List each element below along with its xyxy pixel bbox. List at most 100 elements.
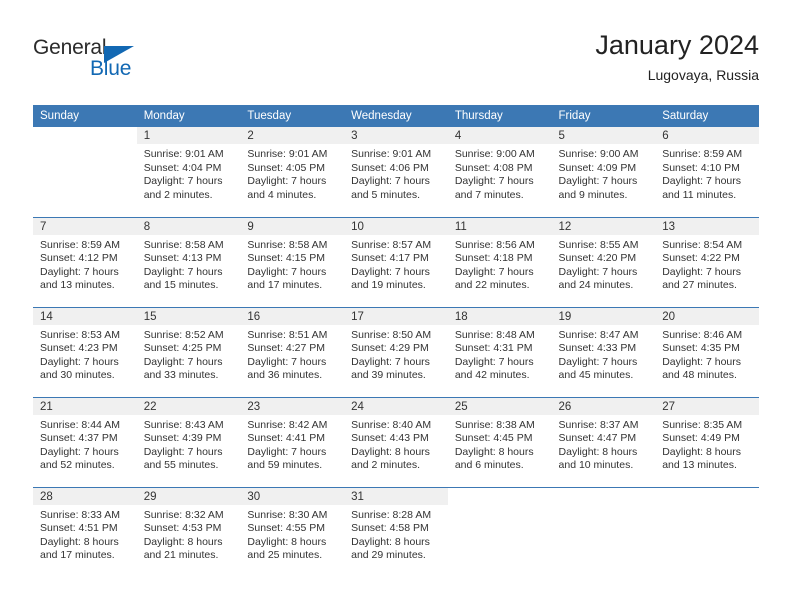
day-detail-line: Daylight: 7 hours (454, 175, 534, 188)
day-details: Sunrise: 8:53 AM Sunset: 4:23 PM Daylight:… (33, 325, 137, 383)
day-details: Sunrise: 8:55 AM Sunset: 4:20 PM Daylight:… (552, 235, 656, 293)
day-number: 26 (551, 397, 656, 415)
day-details: Sunrise: 8:30 AM Sunset: 4:55 PM Daylight:… (240, 505, 344, 563)
day-detail-line: and 2 minutes. (351, 459, 420, 472)
calendar-day-cell[interactable]: 15 Sunrise: 8:52 AM Sunset: 4:25 PM Dayligh… (136, 306, 241, 397)
day-number: 29 (136, 487, 241, 505)
day-detail-line: Daylight: 8 hours (558, 445, 638, 458)
day-cell-inner: 25 Sunrise: 8:38 AM Sunset: 4:45 PM Dayligh… (447, 397, 552, 487)
calendar-day-cell[interactable]: 3 Sunrise: 9:01 AM Sunset: 4:06 PM Daylight… (344, 127, 448, 217)
day-detail-line: Daylight: 7 hours (351, 265, 430, 278)
day-number: 20 (655, 307, 759, 325)
day-detail-line: Sunrise: 8:30 AM (247, 508, 328, 521)
calendar-day-cell[interactable]: 23 Sunrise: 8:42 AM Sunset: 4:41 PM Dayligh… (240, 396, 345, 487)
day-details: Sunrise: 8:57 AM Sunset: 4:17 PM Daylight:… (344, 235, 448, 293)
day-number: 15 (136, 307, 241, 325)
day-details: Sunrise: 8:32 AM Sunset: 4:53 PM Daylight:… (137, 505, 241, 563)
day-cell-inner: 13 Sunrise: 8:54 AM Sunset: 4:22 PM Dayligh… (655, 217, 759, 307)
calendar-day-cell[interactable]: 16 Sunrise: 8:51 AM Sunset: 4:27 PM Dayligh… (240, 306, 345, 397)
day-detail-line: Sunrise: 8:52 AM (143, 328, 224, 341)
calendar-week-row: 21 Sunrise: 8:44 AM Sunset: 4:37 PM Dayligh… (33, 396, 759, 487)
day-details (655, 505, 759, 509)
weekday-header-row: Sunday Monday Tuesday Wednesday Thursday Frid… (33, 105, 759, 127)
day-detail-line: Sunset: 4:20 PM (558, 252, 637, 265)
calendar-day-cell[interactable]: 7 Sunrise: 8:59 AM Sunset: 4:12 PM Daylight… (33, 216, 137, 307)
calendar-day-cell[interactable]: 10 Sunrise: 8:57 AM Sunset: 4:17 PM Dayligh… (344, 216, 448, 307)
day-number: 7 (33, 217, 137, 235)
weekday-header-thursday: Thursday (447, 105, 552, 127)
day-details: Sunrise: 9:01 AM Sunset: 4:04 PM Daylight:… (137, 144, 241, 202)
day-detail-line: Daylight: 7 hours (247, 265, 327, 278)
day-cell-inner (33, 127, 137, 217)
calendar-day-cell[interactable]: 26 Sunrise: 8:37 AM Sunset: 4:47 PM Dayligh… (551, 396, 656, 487)
day-detail-line: Daylight: 8 hours (143, 535, 223, 548)
calendar-day-cell[interactable]: 27 Sunrise: 8:35 AM Sunset: 4:49 PM Dayligh… (655, 396, 759, 487)
calendar-day-cell[interactable]: 28 Sunrise: 8:33 AM Sunset: 4:51 PM Dayligh… (33, 486, 137, 577)
day-details: Sunrise: 8:38 AM Sunset: 4:45 PM Daylight:… (448, 415, 552, 473)
general-blue-logo[interactable]: General Blue (33, 36, 213, 92)
weekday-header-friday: Friday (551, 105, 656, 127)
day-detail-line: Sunset: 4:29 PM (351, 342, 429, 355)
day-detail-line: Sunset: 4:05 PM (247, 161, 326, 174)
calendar-day-cell[interactable]: 1 Sunrise: 9:01 AM Sunset: 4:04 PM Daylight… (136, 127, 241, 217)
day-detail-line: and 48 minutes. (662, 369, 737, 382)
calendar-day-cell[interactable]: 24 Sunrise: 8:40 AM Sunset: 4:43 PM Dayligh… (344, 396, 448, 487)
day-cell-inner: 29 Sunrise: 8:32 AM Sunset: 4:53 PM Dayligh… (136, 487, 241, 578)
calendar-day-cell[interactable]: 6 Sunrise: 8:59 AM Sunset: 4:10 PM Daylight… (655, 127, 759, 217)
day-cell-inner (448, 488, 552, 578)
calendar-day-cell[interactable]: 22 Sunrise: 8:43 AM Sunset: 4:39 PM Dayligh… (136, 396, 241, 487)
day-number: 6 (655, 127, 759, 144)
day-detail-line: and 30 minutes. (40, 369, 115, 382)
calendar-day-cell[interactable]: 12 Sunrise: 8:55 AM Sunset: 4:20 PM Dayligh… (551, 216, 656, 307)
day-detail-line: Sunset: 4:12 PM (40, 252, 118, 265)
calendar-day-cell[interactable]: 17 Sunrise: 8:50 AM Sunset: 4:29 PM Dayligh… (344, 306, 448, 397)
day-detail-line: Daylight: 7 hours (558, 265, 638, 278)
calendar-day-cell[interactable]: 21 Sunrise: 8:44 AM Sunset: 4:37 PM Dayligh… (33, 396, 137, 487)
logo-text-blue: Blue (90, 57, 132, 80)
day-details: Sunrise: 9:01 AM Sunset: 4:05 PM Daylight:… (240, 144, 344, 202)
day-detail-line: Sunrise: 8:40 AM (351, 418, 432, 431)
calendar-day-cell[interactable]: 11 Sunrise: 8:56 AM Sunset: 4:18 PM Dayligh… (447, 216, 552, 307)
day-cell-inner (552, 488, 656, 578)
day-cell-inner: 6 Sunrise: 8:59 AM Sunset: 4:10 PM Daylight… (655, 127, 759, 217)
calendar-header-row: Sunday Monday Tuesday Wednesday Thursday Frid… (33, 105, 759, 127)
day-detail-line: Sunrise: 8:50 AM (351, 328, 432, 341)
weekday-header-sunday: Sunday (33, 105, 137, 127)
calendar-day-cell[interactable]: 2 Sunrise: 9:01 AM Sunset: 4:05 PM Daylight… (240, 127, 345, 217)
day-number: 4 (447, 127, 552, 144)
calendar-day-cell[interactable]: 19 Sunrise: 8:47 AM Sunset: 4:33 PM Dayligh… (551, 306, 656, 397)
day-detail-line: Sunrise: 8:48 AM (454, 328, 535, 341)
calendar-day-cell[interactable]: 14 Sunrise: 8:53 AM Sunset: 4:23 PM Dayligh… (33, 306, 137, 397)
day-number: 2 (240, 127, 345, 144)
day-cell-inner: 9 Sunrise: 8:58 AM Sunset: 4:15 PM Daylight… (240, 217, 345, 307)
calendar-day-cell[interactable]: 31 Sunrise: 8:28 AM Sunset: 4:58 PM Dayligh… (344, 486, 448, 577)
day-details: Sunrise: 9:00 AM Sunset: 4:09 PM Daylight:… (552, 144, 656, 202)
weekday-header-saturday: Saturday (655, 105, 759, 127)
day-details: Sunrise: 8:47 AM Sunset: 4:33 PM Daylight:… (552, 325, 656, 383)
day-details: Sunrise: 8:43 AM Sunset: 4:39 PM Daylight:… (137, 415, 241, 473)
day-detail-line: Sunset: 4:45 PM (454, 432, 533, 445)
day-detail-line: and 39 minutes. (351, 369, 426, 382)
calendar-day-cell[interactable]: 5 Sunrise: 9:00 AM Sunset: 4:09 PM Daylight… (551, 127, 656, 217)
calendar-day-cell[interactable]: 25 Sunrise: 8:38 AM Sunset: 4:45 PM Dayligh… (447, 396, 552, 487)
day-detail-line: and 13 minutes. (662, 459, 737, 472)
day-detail-line: and 17 minutes. (247, 279, 323, 292)
calendar-day-cell[interactable]: 8 Sunrise: 8:58 AM Sunset: 4:13 PM Daylight… (136, 216, 241, 307)
day-detail-line: Daylight: 7 hours (558, 175, 638, 188)
calendar-day-cell[interactable]: 29 Sunrise: 8:32 AM Sunset: 4:53 PM Dayligh… (136, 486, 241, 578)
calendar-day-cell[interactable]: 13 Sunrise: 8:54 AM Sunset: 4:22 PM Dayligh… (655, 216, 759, 307)
day-cell-inner: 17 Sunrise: 8:50 AM Sunset: 4:29 PM Dayligh… (344, 307, 448, 397)
day-cell-inner: 5 Sunrise: 9:00 AM Sunset: 4:09 PM Daylight… (551, 127, 656, 217)
day-cell-inner: 8 Sunrise: 8:58 AM Sunset: 4:13 PM Daylight… (136, 217, 241, 307)
weekday-header-monday: Monday (136, 105, 241, 127)
calendar-day-cell[interactable]: 20 Sunrise: 8:46 AM Sunset: 4:35 PM Dayligh… (655, 306, 759, 397)
calendar-day-cell[interactable]: 9 Sunrise: 8:58 AM Sunset: 4:15 PM Daylight… (240, 216, 345, 307)
day-detail-line: Sunrise: 9:01 AM (143, 148, 224, 160)
day-number: 24 (344, 397, 448, 415)
day-detail-line: Sunrise: 9:00 AM (558, 148, 639, 160)
calendar-day-cell[interactable]: 4 Sunrise: 9:00 AM Sunset: 4:08 PM Daylight… (447, 127, 552, 217)
calendar-day-cell[interactable]: 18 Sunrise: 8:48 AM Sunset: 4:31 PM Dayligh… (447, 306, 552, 397)
day-detail-line: Sunrise: 8:32 AM (143, 508, 224, 521)
calendar-day-cell[interactable]: 30 Sunrise: 8:30 AM Sunset: 4:55 PM Dayligh… (240, 486, 345, 577)
day-number: 27 (655, 397, 759, 415)
